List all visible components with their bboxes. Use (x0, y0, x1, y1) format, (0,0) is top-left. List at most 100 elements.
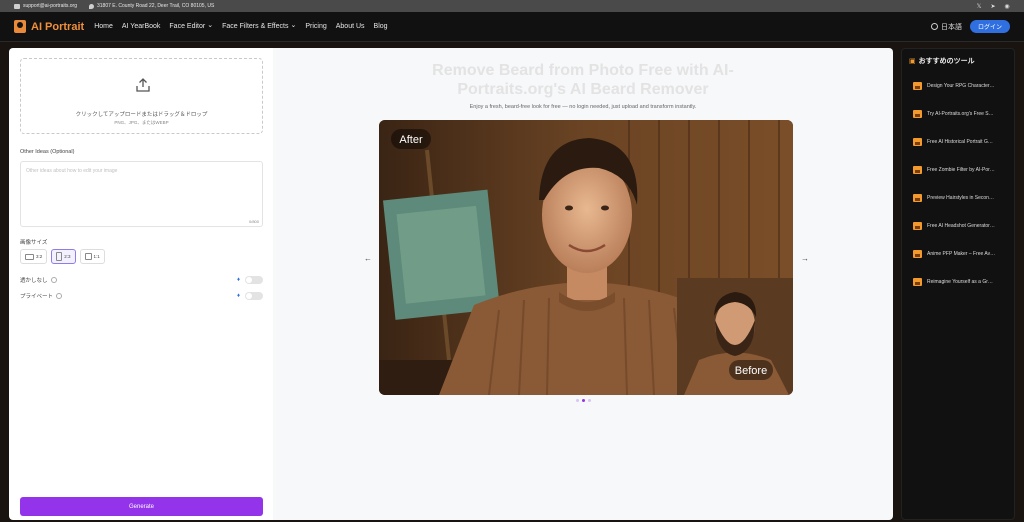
aspect-ratio-icon (25, 253, 34, 260)
size-option-label: 3:2 (36, 254, 43, 259)
nav-item-face-filters-effects[interactable]: Face Filters & Effects ⌄ (222, 22, 297, 30)
email-info[interactable]: support@ai-portraits.org (14, 3, 77, 9)
sidebar-tool-label: Free Zombie Filter by AI-Por… (927, 167, 995, 173)
portrait-illustration: After Before (379, 120, 793, 395)
image-size-options: 3:2 2:3 1:1 (20, 249, 105, 264)
sidebar-tool-label: Reimagine Yourself as a Gr… (927, 279, 993, 285)
other-ideas-textarea[interactable]: Other ideas about how to edit your image… (20, 161, 263, 227)
sidebar-tool-item[interactable]: Free AI Headshot Generator… (913, 220, 1011, 232)
private-toggle[interactable] (245, 292, 263, 300)
no-watermark-toggle[interactable] (245, 276, 263, 284)
carousel-next-button[interactable]: → (800, 254, 810, 263)
sidebar-tool-item[interactable]: Anime PFP Maker – Free Av… (913, 248, 1011, 260)
editor-form-panel: クリックしてアップロードまたはドラッグ＆ドロップ PNG、JPG、またはWEBP… (9, 48, 273, 520)
sidebar-tool-item[interactable]: Preview Hairstyles in Secon… (913, 192, 1011, 204)
private-row: プライベート ♦ (20, 291, 263, 301)
sidebar-tool-item[interactable]: Free AI Historical Portrait G… (913, 136, 1011, 148)
nav-item-label: About Us (335, 23, 365, 30)
sidebar-tool-label: Anime PFP Maker – Free Av… (927, 251, 996, 257)
upload-dropzone[interactable]: クリックしてアップロードまたはドラッグ＆ドロップ PNG、JPG、またはWEBP (20, 58, 263, 134)
sidebar-tool-label: Preview Hairstyles in Secon… (927, 195, 994, 201)
premium-gem-icon: ♦ (236, 293, 240, 299)
carousel-dot[interactable] (576, 399, 579, 402)
image-size-label: 画像サイズ (20, 240, 48, 246)
address-info: 31807 E. County Road 22, Deer Trail, CO … (89, 3, 214, 9)
logo[interactable]: AI Portrait (14, 20, 84, 33)
sidebar-tool-label: Design Your RPG Character… (927, 83, 995, 89)
nav-item-ai-yearbook[interactable]: AI YearBook (122, 23, 161, 30)
mail-icon (14, 3, 20, 9)
carousel-dot[interactable] (588, 399, 591, 402)
preview-area: Remove Beard from Photo Free with AI-Por… (273, 48, 893, 520)
recommended-tools-sidebar: ▣ おすすめのツール Design Your RPG Character… Try… (901, 48, 1015, 520)
nav-item-home[interactable]: Home (94, 23, 113, 30)
sidebar-tool-label: Try AI-Portraits.org's Free S… (927, 111, 994, 117)
top-info-bar: support@ai-portraits.org 31807 E. County… (0, 0, 1024, 12)
tool-thumbnail-icon (913, 138, 922, 146)
after-label: After (399, 134, 423, 146)
page-subtitle: Enjoy a fresh, beard-free look for free … (469, 104, 697, 110)
chevron-down-icon: ⌄ (290, 22, 297, 29)
address-text: 31807 E. County Road 22, Deer Trail, CO … (97, 3, 215, 9)
aspect-ratio-icon (56, 252, 63, 261)
language-label: 日本語 (940, 23, 962, 31)
tool-thumbnail-icon (913, 278, 922, 286)
chevron-down-icon: ⌄ (207, 22, 214, 29)
character-counter: 0/800 (248, 219, 259, 224)
telegram-icon[interactable]: ➤ (990, 3, 996, 10)
recommended-icon: ▣ (909, 58, 916, 65)
nav-item-face-editor[interactable]: Face Editor ⌄ (169, 22, 214, 30)
tool-thumbnail-icon (913, 250, 922, 258)
carousel-prev-button[interactable]: ← (363, 254, 373, 263)
tool-thumbnail-icon (913, 110, 922, 118)
no-watermark-label: 透かしなし (20, 278, 48, 284)
logo-icon (14, 20, 26, 33)
other-ideas-label: Other Ideas (Optional) (20, 149, 75, 155)
sidebar-tool-item[interactable]: Try AI-Portraits.org's Free S… (913, 108, 1011, 120)
upload-formats: PNG、JPG、またはWEBP (114, 120, 169, 125)
nav-item-label: Home (94, 23, 113, 30)
location-pin-icon (89, 3, 94, 9)
help-icon[interactable] (50, 277, 57, 283)
premium-gem-icon: ♦ (236, 277, 240, 283)
nav-item-label: Blog (373, 23, 388, 30)
size-option-2-3[interactable]: 2:3 (51, 249, 76, 264)
logo-text: AI Portrait (31, 20, 85, 33)
carousel-dots (576, 399, 591, 402)
email-text[interactable]: support@ai-portraits.org (23, 3, 77, 9)
tool-thumbnail-icon (913, 82, 922, 90)
page-title: Remove Beard from Photo Free with AI-Por… (432, 62, 734, 98)
tool-thumbnail-icon (913, 166, 922, 174)
login-button[interactable]: ログイン (969, 20, 1010, 33)
sidebar-title: ▣ おすすめのツール (909, 56, 975, 66)
size-option-1-1[interactable]: 1:1 (79, 249, 105, 264)
size-option-label: 2:3 (64, 254, 71, 259)
before-label: Before (735, 365, 767, 377)
language-selector[interactable]: 日本語 (930, 22, 962, 32)
private-label: プライベート (20, 294, 54, 300)
carousel-dot[interactable] (582, 399, 585, 402)
nav-item-about-us[interactable]: About Us (336, 23, 365, 30)
other-ideas-placeholder: Other ideas about how to edit your image (26, 168, 118, 174)
size-option-3-2[interactable]: 3:2 (20, 249, 48, 264)
sidebar-tool-item[interactable]: Free Zombie Filter by AI-Por… (913, 164, 1011, 176)
aspect-ratio-icon (84, 253, 92, 260)
generate-button[interactable]: Generate (20, 497, 263, 516)
sidebar-tool-item[interactable]: Design Your RPG Character… (913, 80, 1011, 92)
no-watermark-row: 透かしなし ♦ (20, 275, 263, 285)
sidebar-tool-item[interactable]: Reimagine Yourself as a Gr… (913, 276, 1011, 288)
nav-item-blog[interactable]: Blog (374, 23, 388, 30)
help-icon[interactable] (56, 293, 63, 299)
nav-item-label: AI YearBook (121, 23, 161, 30)
nav-item-label: Face Filters & Effects (222, 23, 289, 30)
tool-thumbnail-icon (913, 222, 922, 230)
main-navigation: AI Portrait Home AI YearBook Face Editor ⌄ F… (0, 12, 1024, 42)
size-option-label: 1:1 (93, 254, 100, 259)
x-twitter-icon[interactable]: 𝕏 (976, 3, 982, 10)
nav-item-label: Pricing (305, 23, 327, 30)
nav-item-pricing[interactable]: Pricing (305, 23, 326, 30)
discord-icon[interactable]: ◉ (1004, 3, 1010, 10)
before-after-image[interactable]: After Before (379, 120, 793, 395)
upload-icon (136, 78, 150, 92)
globe-icon (930, 23, 938, 30)
